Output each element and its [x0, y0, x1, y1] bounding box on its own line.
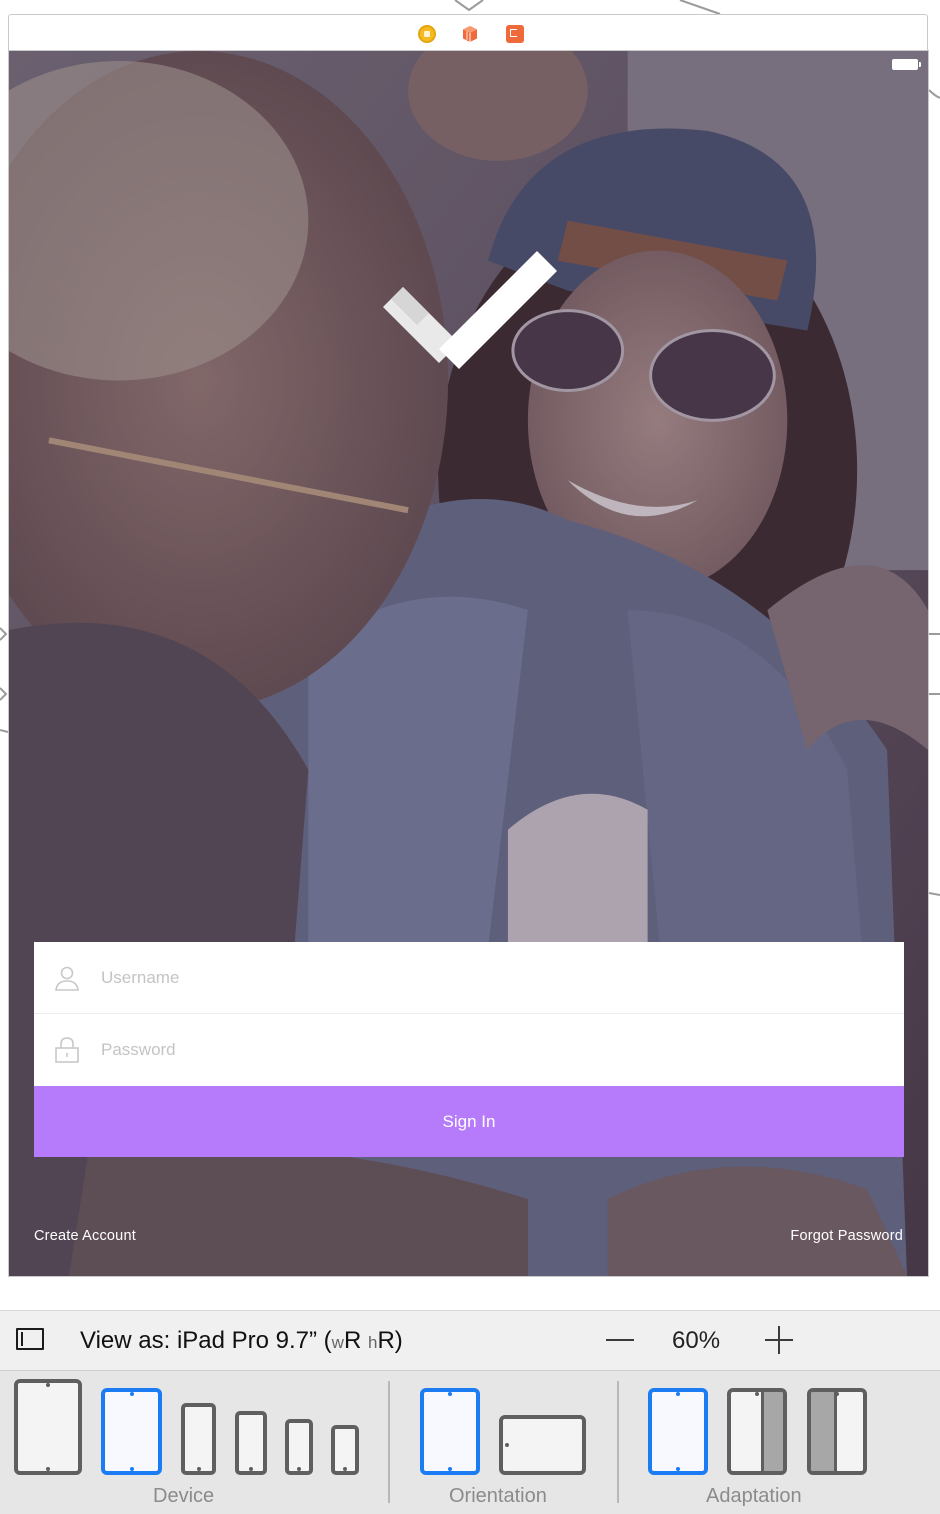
checkmark-logo-icon — [383, 251, 557, 369]
zoom-in-button[interactable] — [765, 1326, 793, 1354]
device-section-label: Device — [153, 1485, 215, 1507]
width-prefix: w — [331, 1333, 344, 1352]
view-as-device-text: View as: iPad Pro 9.7” ( — [80, 1327, 332, 1354]
username-row — [34, 942, 904, 1014]
password-row — [34, 1014, 904, 1085]
device-iphone-6[interactable] — [235, 1411, 267, 1475]
scene-dock — [8, 14, 928, 50]
device-ipad-pro-9-7[interactable] — [101, 1388, 162, 1475]
orientation-landscape[interactable] — [499, 1415, 586, 1475]
create-account-link[interactable]: Create Account — [34, 1228, 136, 1244]
exit-icon[interactable] — [506, 25, 524, 43]
orientation-section-label: Orientation — [449, 1485, 547, 1507]
section-divider — [617, 1381, 619, 1503]
height-size-class: R — [377, 1327, 395, 1354]
view-controller-icon[interactable] — [418, 25, 436, 43]
sidebar-toggle-icon[interactable] — [16, 1328, 44, 1350]
device-ipad-pro-12-9[interactable] — [14, 1379, 82, 1475]
adaptation-one-half[interactable] — [807, 1388, 867, 1475]
first-responder-icon[interactable] — [461, 25, 479, 43]
device-configuration-bar: Device Orientation Adaptation — [0, 1370, 940, 1514]
zoom-level: 60% — [672, 1327, 721, 1354]
username-input[interactable] — [99, 966, 863, 989]
adaptation-section-label: Adaptation — [706, 1485, 802, 1507]
width-size-class: R — [343, 1327, 362, 1354]
device-iphone-4s[interactable] — [331, 1425, 359, 1475]
user-icon — [55, 966, 79, 991]
orientation-portrait[interactable] — [420, 1388, 480, 1475]
zoom-out-button[interactable] — [606, 1339, 634, 1341]
battery-icon — [892, 59, 921, 70]
forgot-password-link[interactable]: Forgot Password — [790, 1228, 903, 1244]
device-iphone-5[interactable] — [285, 1419, 313, 1475]
sign-in-button[interactable]: Sign In — [34, 1086, 904, 1157]
view-as-close-paren: ) — [394, 1327, 403, 1354]
view-as-label[interactable]: View as: iPad Pro 9.7” (wR hR) — [80, 1327, 403, 1355]
storyboard-canvas: Sign In Create Account Forgot Password — [0, 0, 940, 1310]
section-divider — [388, 1381, 390, 1503]
lock-icon — [55, 1036, 79, 1063]
adaptation-two-thirds[interactable] — [727, 1388, 787, 1475]
adaptation-full-screen[interactable] — [648, 1388, 708, 1475]
ipad-screen: Sign In Create Account Forgot Password — [8, 50, 929, 1277]
login-form: Sign In — [34, 942, 904, 1157]
view-as-bar: View as: iPad Pro 9.7” (wR hR) 60% — [0, 1310, 940, 1370]
device-iphone-plus[interactable] — [181, 1403, 216, 1475]
password-input[interactable] — [99, 1038, 863, 1061]
